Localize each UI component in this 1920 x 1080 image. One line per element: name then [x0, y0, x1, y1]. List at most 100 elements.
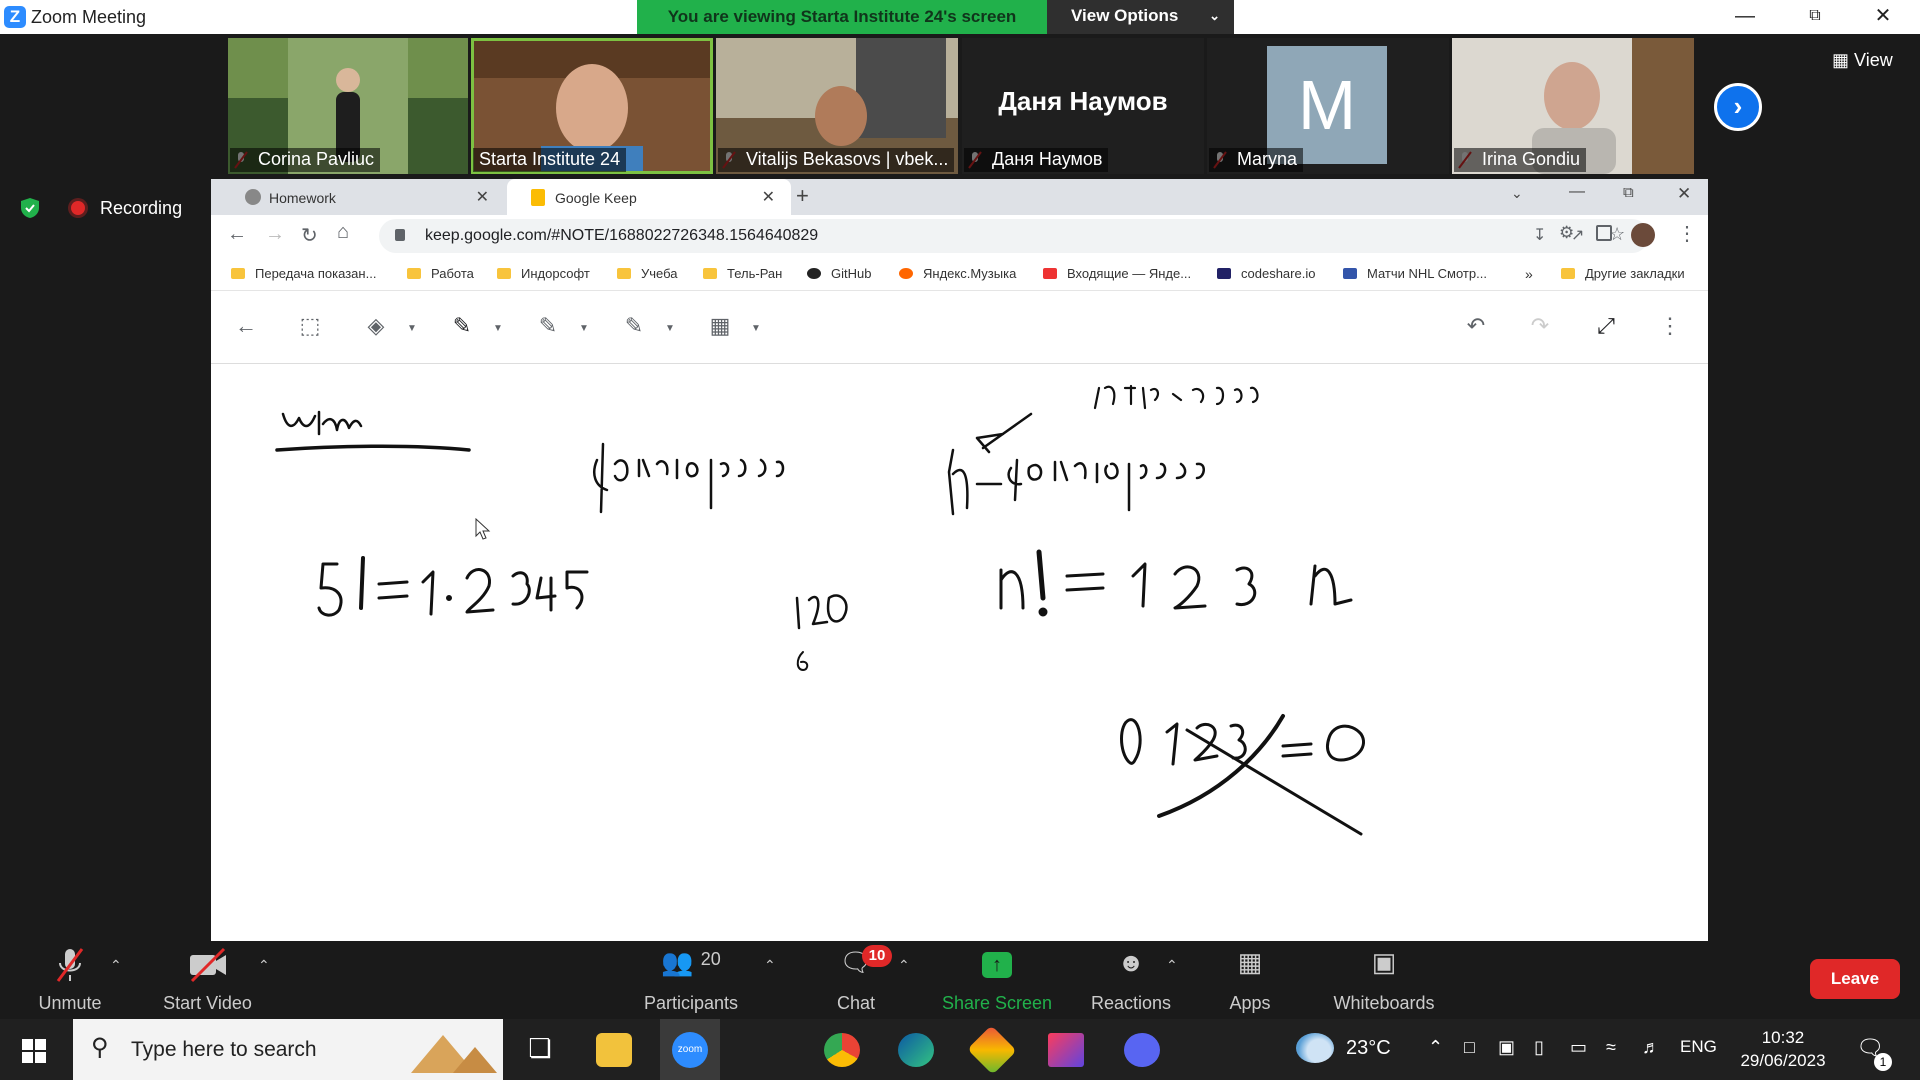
language-indicator[interactable]: ENG	[1680, 1037, 1717, 1057]
leave-button[interactable]: Leave	[1810, 959, 1900, 999]
marker-icon[interactable]: ✎	[533, 313, 563, 343]
more-options-icon[interactable]: ⋮	[1655, 313, 1685, 343]
bookmark-item[interactable]: Яндекс.Музыка	[899, 266, 1016, 281]
exit-fullscreen-icon[interactable]: ⤢	[1591, 313, 1621, 343]
select-icon[interactable]: ⬚	[295, 313, 325, 343]
tab-google-keep[interactable]: Google Keep ✕	[507, 179, 791, 215]
dropdown-caret-icon[interactable]: ▼	[751, 323, 761, 334]
tab-search-icon[interactable]: ⌄	[1511, 185, 1523, 202]
new-tab-icon[interactable]: +	[796, 183, 809, 209]
participants-button[interactable]: 👥 20 Participants	[638, 947, 744, 1014]
reactions-caret-icon[interactable]: ⌃	[1166, 957, 1178, 974]
dropdown-caret-icon[interactable]: ▼	[407, 323, 417, 334]
apps-button[interactable]: ▦ Apps	[1222, 947, 1278, 1014]
minimize-button[interactable]: —	[1710, 0, 1780, 34]
git-app-icon[interactable]	[967, 1025, 1017, 1075]
microphone-icon[interactable]: ▯	[1534, 1037, 1544, 1058]
task-view-icon[interactable]: ❏	[522, 1033, 558, 1067]
recording-indicator[interactable]: Recording	[20, 197, 182, 219]
back-icon[interactable]: ←	[231, 313, 261, 343]
pen-icon[interactable]: ✎	[447, 313, 477, 343]
eraser-icon[interactable]: ◈	[361, 313, 391, 343]
participant-tile[interactable]: M Maryna	[1207, 38, 1449, 174]
mail-icon	[1043, 268, 1057, 279]
participant-tile[interactable]: Corina Pavliuc	[228, 38, 468, 174]
bookmark-item[interactable]: Передача показан...	[231, 266, 376, 281]
bookmark-item[interactable]: Индорсофт	[497, 266, 590, 281]
taskbar-search[interactable]: ⚲ Type here to search	[73, 1019, 503, 1080]
wifi-icon[interactable]: ≈	[1606, 1037, 1616, 1058]
chevron-down-icon: ⌄	[1209, 8, 1220, 23]
profile-avatar[interactable]	[1631, 223, 1655, 247]
reload-icon[interactable]: ↻	[301, 223, 318, 248]
forward-icon[interactable]: →	[265, 223, 285, 246]
install-icon[interactable]: ↧	[1533, 225, 1546, 245]
close-button[interactable]: ✕	[1848, 0, 1918, 34]
weather-temp[interactable]: 23°C	[1346, 1037, 1391, 1060]
volume-icon[interactable]: ♬	[1642, 1037, 1660, 1058]
tray-app-icon[interactable]: □	[1464, 1037, 1475, 1058]
zoom-taskbar-icon[interactable]: zoom	[660, 1019, 720, 1080]
browser-close-button[interactable]: ✕	[1677, 184, 1691, 204]
bookmark-item[interactable]: Входящие — Янде...	[1043, 266, 1191, 281]
participant-tile[interactable]: Даня Наумов Даня Наумов	[962, 38, 1204, 174]
discord-icon[interactable]	[1124, 1033, 1160, 1067]
participant-tile[interactable]: Vitalijs Bekasovs | vbek...	[716, 38, 958, 174]
drawing-canvas[interactable]	[211, 364, 1708, 941]
highlighter-icon[interactable]: ✎	[619, 313, 649, 343]
next-page-button[interactable]: ›	[1714, 83, 1762, 131]
show-hidden-icons-icon[interactable]: ⌃	[1428, 1037, 1443, 1058]
redo-icon[interactable]: ↷	[1525, 313, 1555, 343]
home-icon[interactable]: ⌂	[337, 221, 349, 244]
windows-start-icon[interactable]	[22, 1039, 46, 1063]
back-icon[interactable]: ←	[227, 223, 247, 246]
dropdown-caret-icon[interactable]: ▼	[579, 323, 589, 334]
battery-icon[interactable]: ▭	[1570, 1037, 1587, 1058]
audio-options-caret-icon[interactable]: ⌃	[110, 957, 122, 974]
participant-tile[interactable]: Irina Gondiu	[1452, 38, 1694, 174]
view-options-button[interactable]: View Options ⌄	[1047, 0, 1234, 34]
view-button[interactable]: ▦ View	[1832, 50, 1893, 71]
unmute-button[interactable]: Unmute	[30, 947, 110, 1014]
browser-minimize-button[interactable]: —	[1569, 183, 1585, 201]
dropdown-caret-icon[interactable]: ▼	[665, 323, 675, 334]
undo-icon[interactable]: ↶	[1461, 313, 1491, 343]
grid-icon[interactable]: ▦	[705, 313, 735, 343]
meet-now-icon[interactable]: ▣	[1498, 1037, 1515, 1058]
pyramids-highlight-icon	[411, 1035, 497, 1073]
share-screen-button[interactable]: ↑ Share Screen	[940, 947, 1054, 1014]
whiteboards-label: Whiteboards	[1333, 993, 1435, 1013]
bookmark-item[interactable]: Учеба	[617, 266, 678, 281]
share-screen-icon: ↑	[982, 952, 1012, 978]
bookmark-item[interactable]: Матчи NHL Смотр...	[1343, 266, 1487, 281]
address-bar[interactable]: keep.google.com/#NOTE/1688022726348.1564…	[379, 219, 1649, 253]
restore-button[interactable]: ⧉	[1780, 0, 1850, 34]
close-tab-icon[interactable]: ✕	[476, 187, 489, 207]
chat-button[interactable]: 🗨 10 Chat	[820, 945, 892, 1014]
video-options-caret-icon[interactable]: ⌃	[258, 957, 270, 974]
more-bookmarks-button[interactable]: »	[1525, 266, 1533, 282]
clock[interactable]: 10:32 29/06/2023	[1736, 1026, 1830, 1072]
bookmark-item[interactable]: Работа	[407, 266, 474, 281]
reactions-button[interactable]: ☻ Reactions	[1088, 947, 1174, 1014]
start-video-button[interactable]: Start Video	[150, 947, 265, 1014]
participant-tile-active-speaker[interactable]: Starta Institute 24	[471, 38, 713, 174]
browser-restore-button[interactable]: ⧉	[1623, 184, 1634, 201]
extensions-icon[interactable]: ⚙	[1559, 223, 1574, 243]
side-panel-icon[interactable]	[1596, 225, 1612, 241]
participants-caret-icon[interactable]: ⌃	[764, 957, 776, 974]
browser-menu-icon[interactable]: ⋮	[1677, 221, 1697, 246]
whiteboards-button[interactable]: ▣ Whiteboards	[1326, 947, 1442, 1014]
chat-caret-icon[interactable]: ⌃	[898, 957, 910, 974]
dropdown-caret-icon[interactable]: ▼	[493, 323, 503, 334]
edge-icon[interactable]	[898, 1033, 934, 1067]
close-tab-icon[interactable]: ✕	[762, 187, 775, 207]
bookmark-item[interactable]: GitHub	[807, 266, 871, 281]
chrome-icon[interactable]	[824, 1033, 860, 1067]
tab-homework[interactable]: Homework ✕	[221, 179, 505, 215]
intellij-icon[interactable]	[1048, 1033, 1084, 1067]
bookmark-item[interactable]: codeshare.io	[1217, 266, 1315, 281]
bookmark-item[interactable]: Тель-Ран	[703, 266, 782, 281]
file-explorer-icon[interactable]	[596, 1033, 632, 1067]
other-bookmarks[interactable]: Другие закладки	[1561, 266, 1685, 281]
